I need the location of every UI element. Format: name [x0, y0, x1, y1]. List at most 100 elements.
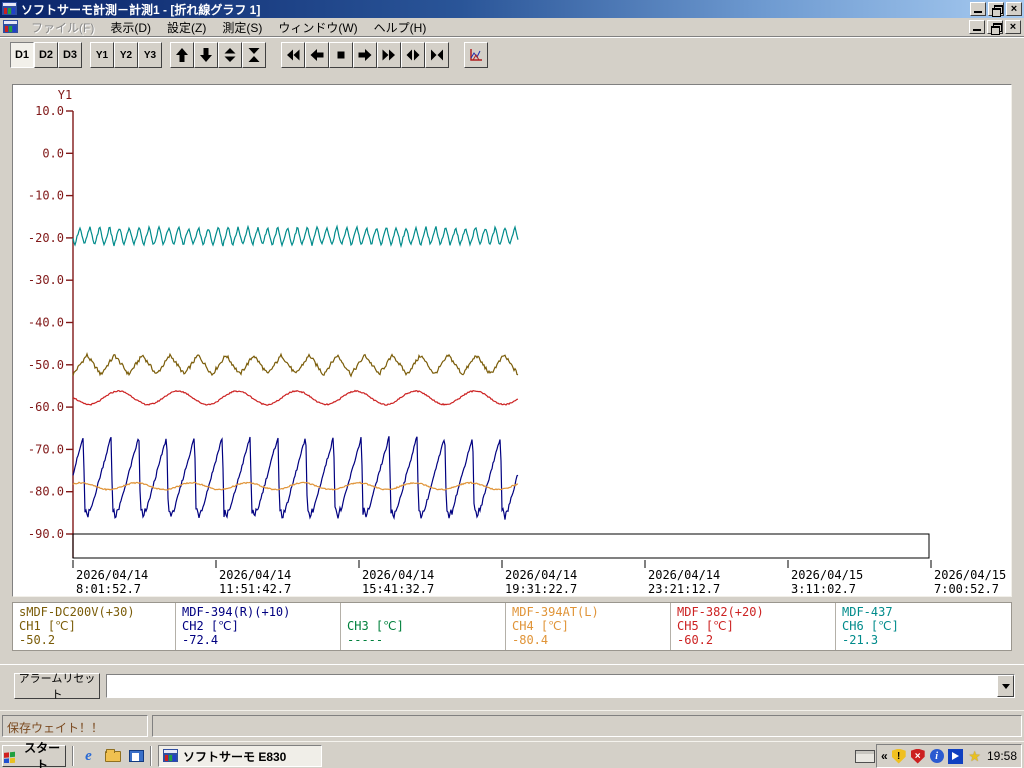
- close-button[interactable]: ×: [1006, 2, 1022, 16]
- svg-text:23:21:12.7: 23:21:12.7: [648, 582, 720, 596]
- legend-cell-ch6: MDF-437 CH6 [℃] -21.3: [836, 603, 1005, 650]
- channel-name: MDF-394AT(L): [512, 605, 599, 619]
- mdi-minimize-button[interactable]: [969, 20, 985, 34]
- task-button-softthermo[interactable]: ソフトサーモ E830: [158, 745, 322, 767]
- toolbar-button-y1[interactable]: Y1: [90, 42, 114, 68]
- legend-cell-ch3: CH3 [℃] -----: [341, 603, 506, 650]
- menu-item-表示[interactable]: 表示(D): [102, 18, 159, 37]
- info-glyph: i: [929, 749, 944, 763]
- shield-error-icon[interactable]: ×: [910, 748, 926, 764]
- toolbar-fast-forward-button[interactable]: [377, 42, 401, 68]
- toolbar-compress-x-button[interactable]: [425, 42, 449, 68]
- channel-id: CH4 [℃]: [512, 619, 569, 633]
- menu-item-ウィンドウ[interactable]: ウィンドウ(W): [270, 18, 365, 37]
- svg-text:0.0: 0.0: [42, 146, 64, 160]
- menu-bar: ファイル(F) 表示(D) 設定(Z) 測定(S) ウィンドウ(W) ヘルプ(H) ×: [0, 18, 1024, 37]
- channel-name: MDF-394(R)(+10): [182, 605, 291, 619]
- svg-text:2026/04/14: 2026/04/14: [219, 568, 291, 582]
- svg-text:-80.0: -80.0: [28, 485, 64, 499]
- channel-id: CH5 [℃]: [677, 619, 734, 633]
- system-tray: « ! × i ★ 19:58: [876, 744, 1022, 768]
- title-bar: ソフトサーモ計測－計測1 - [折れ線グラフ 1] ×: [0, 0, 1024, 18]
- double-right-icon: [382, 49, 395, 61]
- shield-warning-icon[interactable]: !: [891, 748, 907, 764]
- toolbar-expand-x-button[interactable]: [401, 42, 425, 68]
- combo-value: [107, 675, 997, 697]
- show-desktop-icon[interactable]: [128, 748, 145, 764]
- double-left-icon: [287, 49, 300, 61]
- toolbar-button-d2[interactable]: D2: [34, 42, 58, 68]
- toolbar-expand-y-button[interactable]: [218, 42, 242, 68]
- status-panel-empty: [152, 715, 1022, 737]
- shield-error-glyph: ×: [910, 748, 925, 764]
- arrow-down-icon: [200, 48, 212, 62]
- svg-text:3:11:02.7: 3:11:02.7: [791, 582, 856, 596]
- app-icon: [163, 749, 178, 762]
- menu-item-設定[interactable]: 設定(Z): [159, 18, 214, 37]
- toolbar-button-y2[interactable]: Y2: [114, 42, 138, 68]
- screen: { "window": { "title": "ソフトサーモ計測－計測1 - […: [0, 0, 1024, 768]
- folder-icon[interactable]: [104, 748, 121, 764]
- internet-explorer-icon[interactable]: e: [80, 748, 97, 764]
- restore-button[interactable]: [988, 2, 1004, 17]
- minimize-button[interactable]: [970, 2, 986, 16]
- mdi-child-icon[interactable]: [3, 20, 19, 34]
- alarm-message-combobox[interactable]: [106, 674, 1015, 698]
- mdi-restore-button[interactable]: [987, 20, 1003, 35]
- channel-id: CH6 [℃]: [842, 619, 899, 633]
- task-button-label: ソフトサーモ E830: [183, 749, 287, 764]
- combo-dropdown-button[interactable]: [997, 675, 1014, 697]
- toolbar-stop-button[interactable]: [329, 42, 353, 68]
- menu-item-ヘルプ[interactable]: ヘルプ(H): [366, 18, 435, 37]
- toolbar-scroll-up-button[interactable]: [170, 42, 194, 68]
- start-label: スタート: [24, 741, 61, 768]
- toolbar-button-d1[interactable]: D1: [10, 42, 34, 68]
- svg-text:10.0: 10.0: [35, 104, 64, 118]
- channel-name: sMDF-DC200V(+30): [19, 605, 135, 619]
- triangles-out-vertical-icon: [224, 48, 236, 62]
- svg-text:-10.0: -10.0: [28, 189, 64, 203]
- toolbar-button-d3[interactable]: D3: [58, 42, 82, 68]
- stop-square-icon: [337, 51, 345, 59]
- toolbar-button-y3[interactable]: Y3: [138, 42, 162, 68]
- star-glyph: ★: [968, 747, 981, 764]
- star-icon[interactable]: ★: [967, 748, 983, 764]
- alarm-reset-button[interactable]: アラームリセット: [14, 673, 100, 701]
- toolbar-compress-y-button[interactable]: [242, 42, 266, 68]
- channel-id: CH2 [℃]: [182, 619, 239, 633]
- toolbar-graph-setup-button[interactable]: [464, 42, 488, 68]
- close-icon: ×: [1010, 2, 1018, 15]
- series-ch1: [72, 351, 519, 378]
- start-button[interactable]: スタート: [2, 741, 66, 768]
- toolbar-step-right-button[interactable]: [353, 42, 377, 68]
- legend-cell-ch1: sMDF-DC200V(+30) CH1 [℃] -50.2: [13, 603, 176, 650]
- info-icon[interactable]: i: [929, 748, 945, 764]
- mdi-close-button[interactable]: ×: [1005, 20, 1021, 34]
- svg-text:-50.0: -50.0: [28, 358, 64, 372]
- legend-cell-ch4: MDF-394AT(L) CH4 [℃] -80.4: [506, 603, 671, 650]
- play-icon[interactable]: [948, 748, 964, 764]
- desktop-glyph: [129, 750, 144, 762]
- toolbar-step-left-button[interactable]: [305, 42, 329, 68]
- toolbar-gap: [449, 42, 464, 68]
- chevron-icon[interactable]: «: [881, 749, 888, 763]
- play-glyph: [948, 748, 964, 764]
- toolbar-gap: [82, 42, 90, 68]
- toolbar-rewind-button[interactable]: [281, 42, 305, 68]
- svg-text:7:00:52.7: 7:00:52.7: [934, 582, 999, 596]
- svg-text:-90.0: -90.0: [28, 527, 64, 541]
- svg-text:2026/04/15: 2026/04/15: [791, 568, 863, 582]
- svg-text:-30.0: -30.0: [28, 273, 64, 287]
- svg-text:8:01:52.7: 8:01:52.7: [76, 582, 141, 596]
- channel-name: MDF-382(+20): [677, 605, 764, 619]
- window-title: ソフトサーモ計測－計測1 - [折れ線グラフ 1]: [21, 2, 261, 17]
- view-range-box[interactable]: [72, 533, 930, 559]
- alarm-row: アラームリセット: [0, 664, 1024, 708]
- taskbar-divider: [150, 746, 152, 766]
- menu-item-測定[interactable]: 測定(S): [214, 18, 270, 37]
- channel-value: -80.4: [512, 633, 549, 647]
- toolbar-scroll-down-button[interactable]: [194, 42, 218, 68]
- channel-id: CH3 [℃]: [347, 619, 404, 633]
- legend-cell-ch5: MDF-382(+20) CH5 [℃] -60.2: [671, 603, 836, 650]
- keyboard-icon[interactable]: [855, 750, 875, 763]
